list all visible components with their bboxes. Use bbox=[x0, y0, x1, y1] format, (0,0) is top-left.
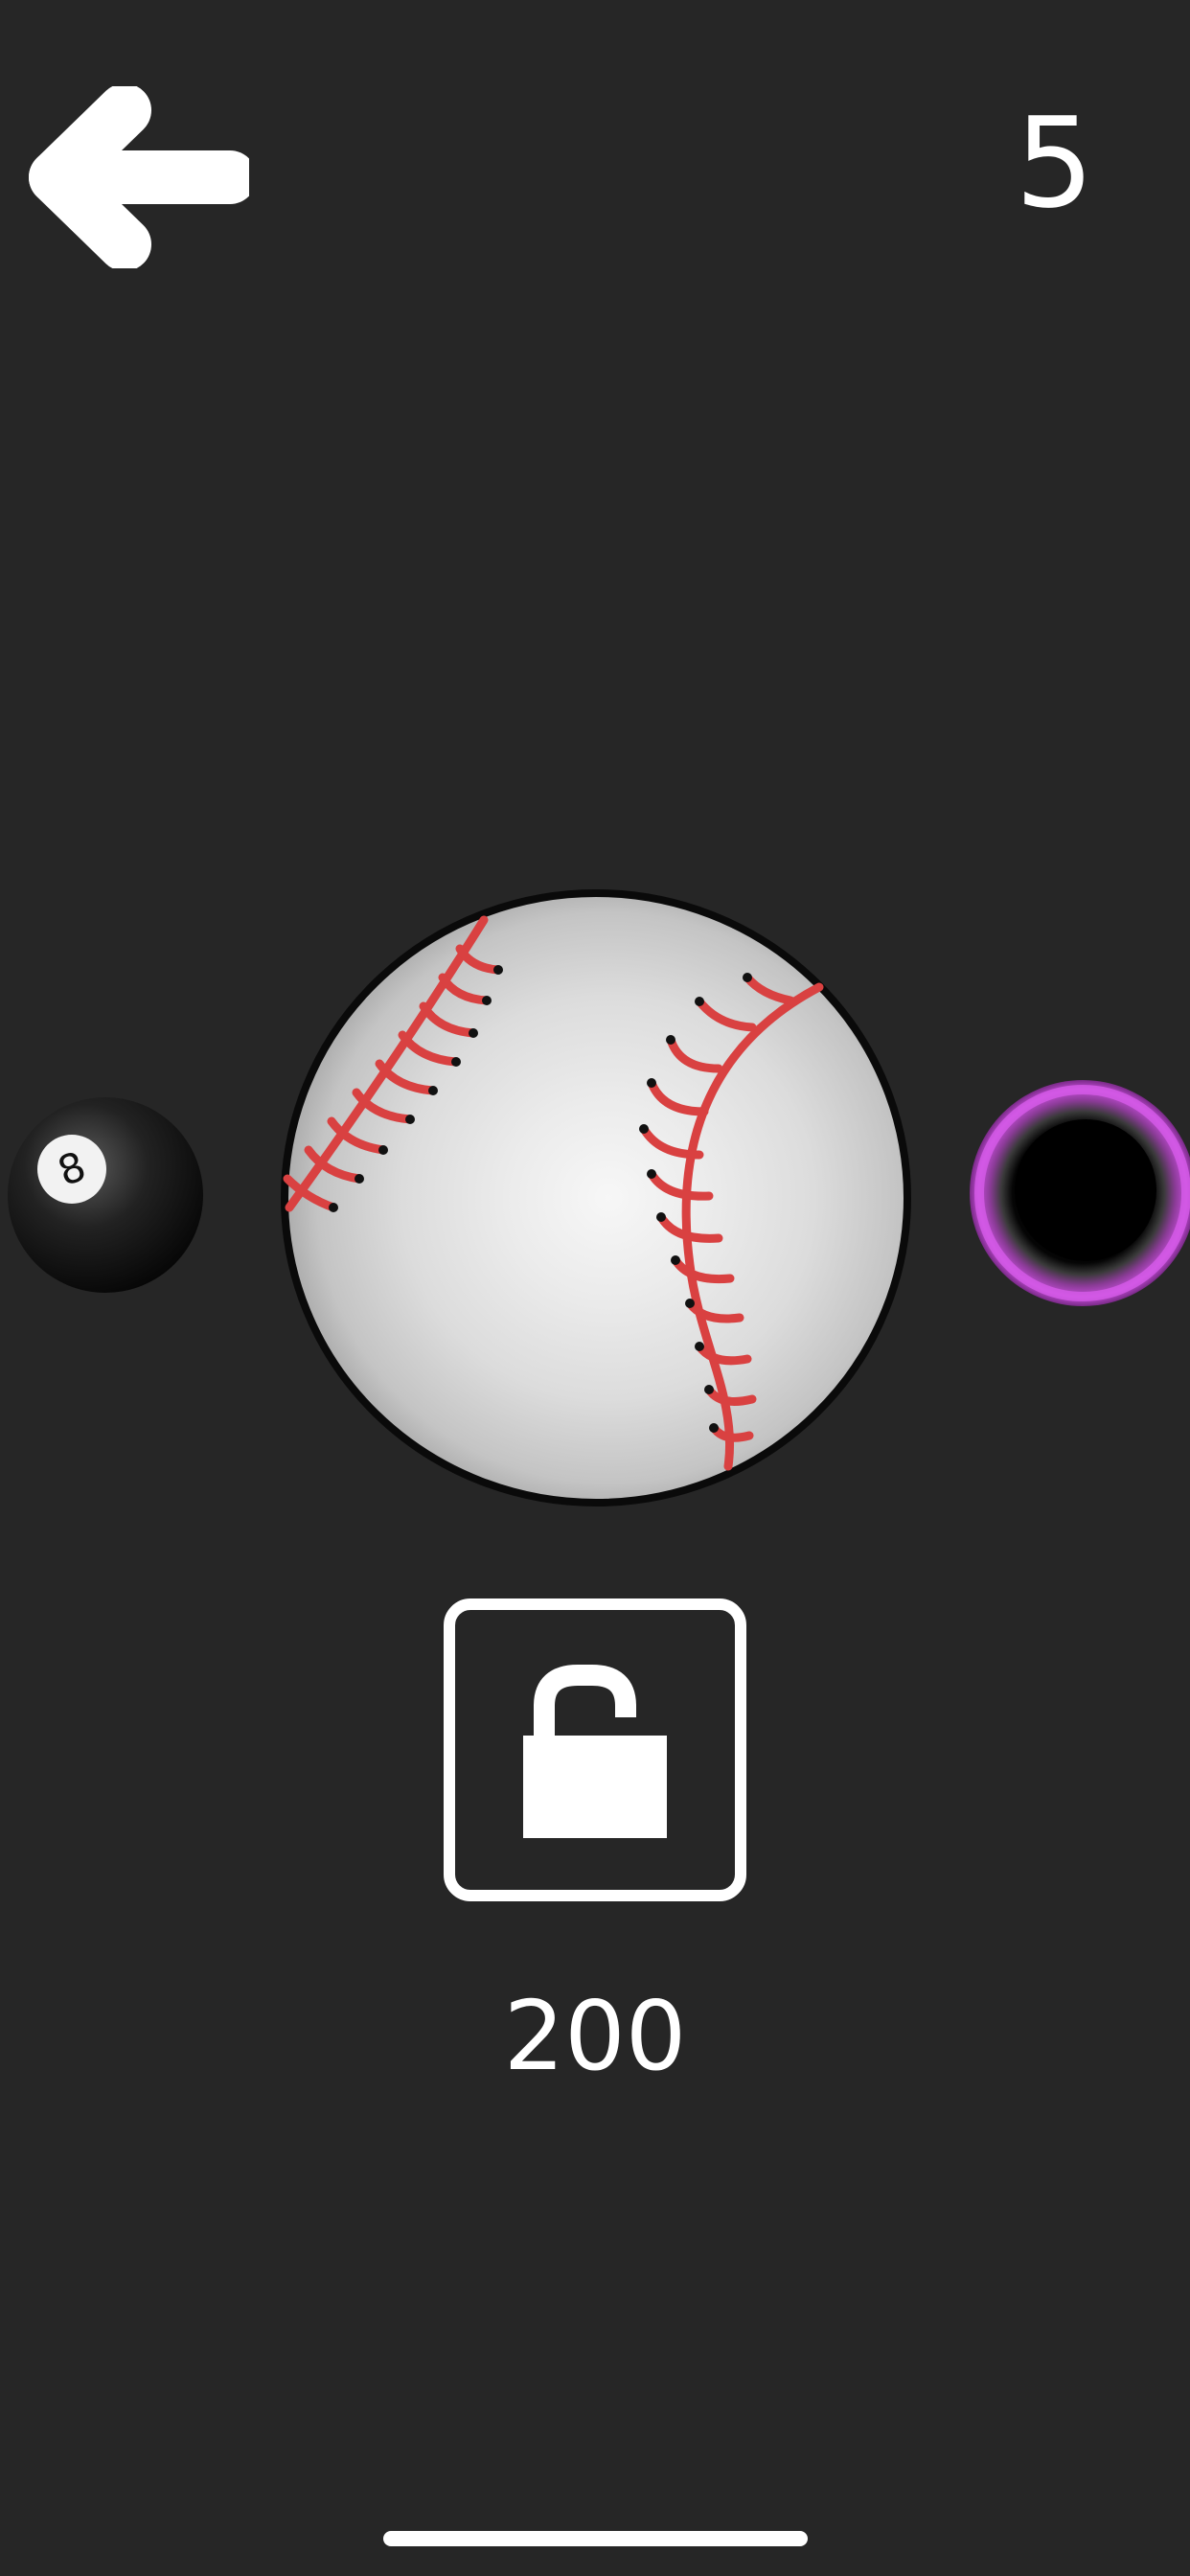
baseball-icon bbox=[281, 889, 911, 1506]
unlock-price: 200 bbox=[503, 1980, 687, 2092]
arrow-left-icon bbox=[29, 83, 257, 271]
home-indicator[interactable] bbox=[383, 2531, 808, 2546]
black-hole-icon bbox=[970, 1080, 1190, 1306]
unlock-button[interactable] bbox=[444, 1598, 746, 1901]
carousel-item-baseball[interactable] bbox=[268, 882, 920, 1514]
score-counter: 5 bbox=[1015, 90, 1094, 236]
back-button[interactable] bbox=[29, 83, 257, 271]
skin-select-screen: 5 8 200 bbox=[0, 0, 1190, 2576]
carousel-item-black-hole[interactable] bbox=[963, 1073, 1190, 1313]
carousel-item-eight-ball[interactable]: 8 bbox=[0, 1088, 211, 1299]
eight-ball-icon: 8 bbox=[8, 1097, 203, 1293]
unlocked-padlock-icon bbox=[444, 1598, 746, 1901]
